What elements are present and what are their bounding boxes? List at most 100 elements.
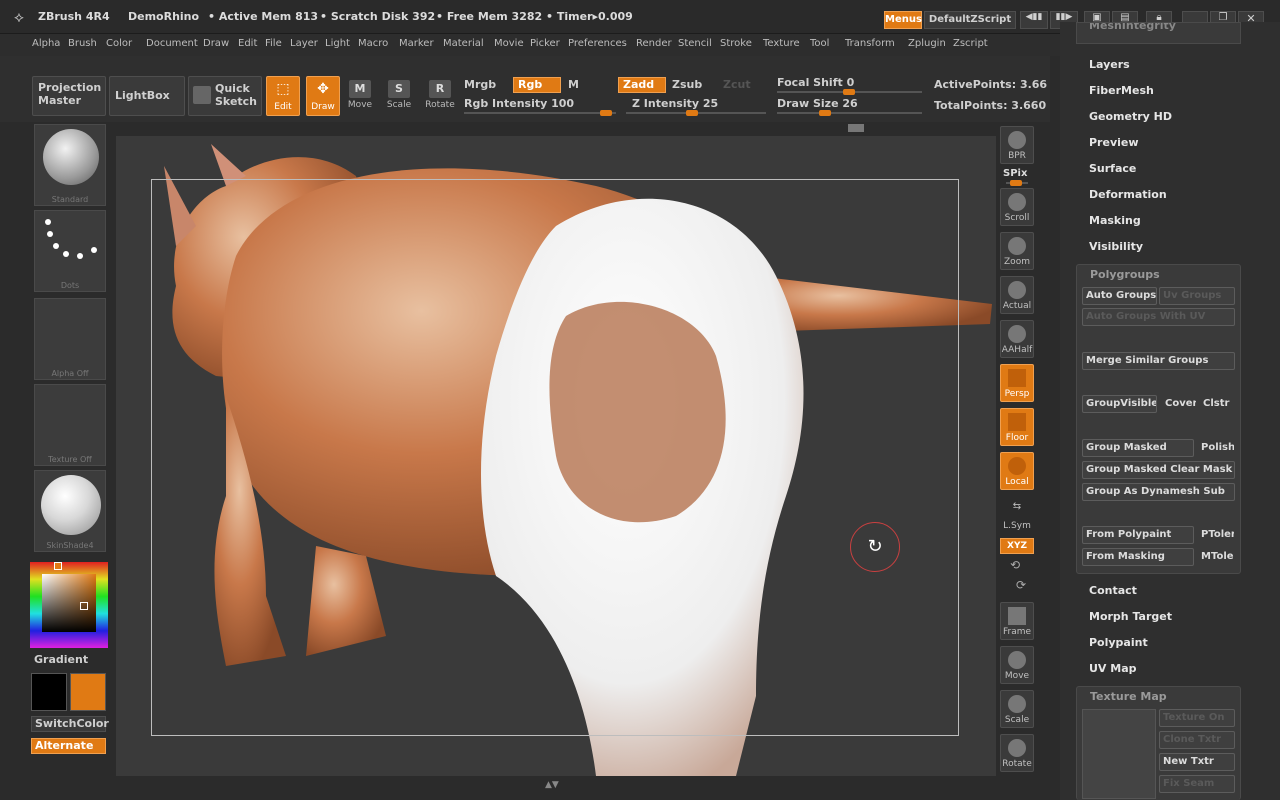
move-view-button[interactable]: Move xyxy=(1000,646,1034,684)
edit-button[interactable]: ⬚ Edit xyxy=(266,76,300,116)
menu-brush[interactable]: Brush xyxy=(68,38,97,49)
rotate-view-button[interactable]: Rotate xyxy=(1000,734,1034,772)
menu-movie[interactable]: Movie xyxy=(494,38,524,49)
panel-item-masking[interactable]: Masking xyxy=(1089,214,1141,227)
panel-item-layers[interactable]: Layers xyxy=(1089,58,1130,71)
scroll-button[interactable]: Scroll xyxy=(1000,188,1034,226)
xyz-button[interactable]: XYZ xyxy=(1000,538,1034,554)
rotate-y-icon[interactable]: ⟲ xyxy=(1010,558,1020,572)
default-zscript-button[interactable]: DefaultZScript xyxy=(924,11,1016,29)
menu-zscript[interactable]: Zscript xyxy=(953,38,988,49)
brush-slot[interactable]: Standard xyxy=(34,124,106,206)
ptoler-slider[interactable]: PToler xyxy=(1197,526,1235,544)
top-scroll-handle[interactable] xyxy=(848,124,864,132)
z-intensity-knob[interactable] xyxy=(686,110,698,116)
shade-marker-icon[interactable] xyxy=(80,602,88,610)
local-button[interactable]: Local xyxy=(1000,452,1034,490)
menu-picker[interactable]: Picker xyxy=(530,38,560,49)
focal-shift-knob[interactable] xyxy=(843,89,855,95)
projection-master-button[interactable]: Projection Master xyxy=(32,76,106,116)
menu-tool[interactable]: Tool xyxy=(810,38,829,49)
fix-seam-button[interactable]: Fix Seam xyxy=(1159,775,1235,793)
zcut-button[interactable]: Zcut xyxy=(723,78,751,91)
rgb-button[interactable]: Rgb xyxy=(513,77,561,93)
panel-item-deformation[interactable]: Deformation xyxy=(1089,188,1167,201)
rotate-z-icon[interactable]: ⟳ xyxy=(1016,578,1026,592)
menu-material[interactable]: Material xyxy=(443,38,484,49)
menu-marker[interactable]: Marker xyxy=(399,38,434,49)
menu-stencil[interactable]: Stencil xyxy=(678,38,712,49)
clstr-slider[interactable]: Clstr xyxy=(1199,395,1235,413)
scale-button[interactable]: S Scale xyxy=(382,80,416,116)
merge-similar-groups-button[interactable]: Merge Similar Groups xyxy=(1082,352,1235,370)
bottom-expand-icon[interactable]: ▲▼ xyxy=(545,780,565,790)
zadd-button[interactable]: Zadd xyxy=(618,77,666,93)
cover-slider[interactable]: Cover xyxy=(1161,395,1197,413)
menu-transform[interactable]: Transform xyxy=(845,38,895,49)
from-masking-button[interactable]: From Masking xyxy=(1082,548,1194,566)
panel-item-surface[interactable]: Surface xyxy=(1089,162,1136,175)
move-button[interactable]: M Move xyxy=(343,80,377,116)
texture-map-header[interactable]: Texture Map xyxy=(1090,690,1167,703)
menu-stroke[interactable]: Stroke xyxy=(720,38,752,49)
m-button[interactable]: M xyxy=(568,78,579,91)
polygroups-header[interactable]: Polygroups xyxy=(1090,268,1160,281)
texture-map-thumbnail[interactable] xyxy=(1082,709,1156,799)
panel-item-polypaint[interactable]: Polypaint xyxy=(1089,636,1148,649)
zsub-button[interactable]: Zsub xyxy=(672,78,702,91)
zoom-button[interactable]: Zoom xyxy=(1000,232,1034,270)
spix-slider[interactable] xyxy=(1006,180,1028,186)
group-masked-clear-mask-button[interactable]: Group Masked Clear Mask xyxy=(1082,461,1235,479)
menu-draw[interactable]: Draw xyxy=(203,38,229,49)
panel-item-contact[interactable]: Contact xyxy=(1089,584,1137,597)
rgb-intensity-slider[interactable] xyxy=(464,110,616,116)
lsym-button[interactable]: ⇆ L.Sym xyxy=(1000,496,1034,534)
menu-render[interactable]: Render xyxy=(636,38,672,49)
menu-light[interactable]: Light xyxy=(325,38,350,49)
alternate-button[interactable]: Alternate xyxy=(31,738,106,754)
floor-button[interactable]: Floor xyxy=(1000,408,1034,446)
secondary-color-swatch[interactable] xyxy=(70,673,106,711)
bpr-button[interactable]: BPR xyxy=(1000,126,1034,164)
menu-color[interactable]: Color xyxy=(106,38,132,49)
main-color-swatch[interactable] xyxy=(31,673,67,711)
panel-item-preview[interactable]: Preview xyxy=(1089,136,1139,149)
stroke-slot[interactable]: Dots xyxy=(34,210,106,292)
panel-item-visibility[interactable]: Visibility xyxy=(1089,240,1143,253)
zbrush-logo-icon[interactable]: ⟡ xyxy=(14,8,32,26)
texture-slot[interactable]: Texture Off xyxy=(34,384,106,466)
new-txtr-button[interactable]: New Txtr xyxy=(1159,753,1235,771)
aahalf-button[interactable]: AAHalf xyxy=(1000,320,1034,358)
rgb-intensity-knob[interactable] xyxy=(600,110,612,116)
persp-button[interactable]: Persp xyxy=(1000,364,1034,402)
menu-alpha[interactable]: Alpha xyxy=(32,38,60,49)
texture-on-button[interactable]: Texture On xyxy=(1159,709,1235,727)
hue-marker-icon[interactable] xyxy=(54,562,62,570)
menu-preferences[interactable]: Preferences xyxy=(568,38,627,49)
color-picker[interactable] xyxy=(30,562,108,648)
clone-txtr-button[interactable]: Clone Txtr xyxy=(1159,731,1235,749)
focal-shift-slider[interactable] xyxy=(777,89,922,95)
z-intensity-slider[interactable] xyxy=(626,110,766,116)
lightbox-button[interactable]: LightBox xyxy=(109,76,185,116)
menus-button[interactable]: Menus xyxy=(884,11,922,29)
menu-file[interactable]: File xyxy=(265,38,282,49)
switch-color-button[interactable]: SwitchColor xyxy=(31,716,109,732)
frame-button[interactable]: Frame xyxy=(1000,602,1034,640)
panel-item-fibermesh[interactable]: FiberMesh xyxy=(1089,84,1154,97)
quick-sketch-button[interactable]: Quick Sketch xyxy=(188,76,262,116)
draw-size-slider[interactable] xyxy=(777,110,922,116)
draw-size-knob[interactable] xyxy=(819,110,831,116)
group-visible-button[interactable]: GroupVisible xyxy=(1082,395,1157,413)
auto-groups-button[interactable]: Auto Groups xyxy=(1082,287,1157,305)
spix-label[interactable]: SPix xyxy=(1003,168,1027,179)
group-masked-button[interactable]: Group Masked xyxy=(1082,439,1194,457)
mrgb-button[interactable]: Mrgb xyxy=(464,78,496,91)
menu-document[interactable]: Document xyxy=(146,38,198,49)
menu-edit[interactable]: Edit xyxy=(238,38,257,49)
menu-zplugin[interactable]: Zplugin xyxy=(908,38,946,49)
uv-groups-button[interactable]: Uv Groups xyxy=(1159,287,1235,305)
from-polypaint-button[interactable]: From Polypaint xyxy=(1082,526,1194,544)
draw-button[interactable]: ✥ Draw xyxy=(306,76,340,116)
panel-item-morph-target[interactable]: Morph Target xyxy=(1089,610,1172,623)
